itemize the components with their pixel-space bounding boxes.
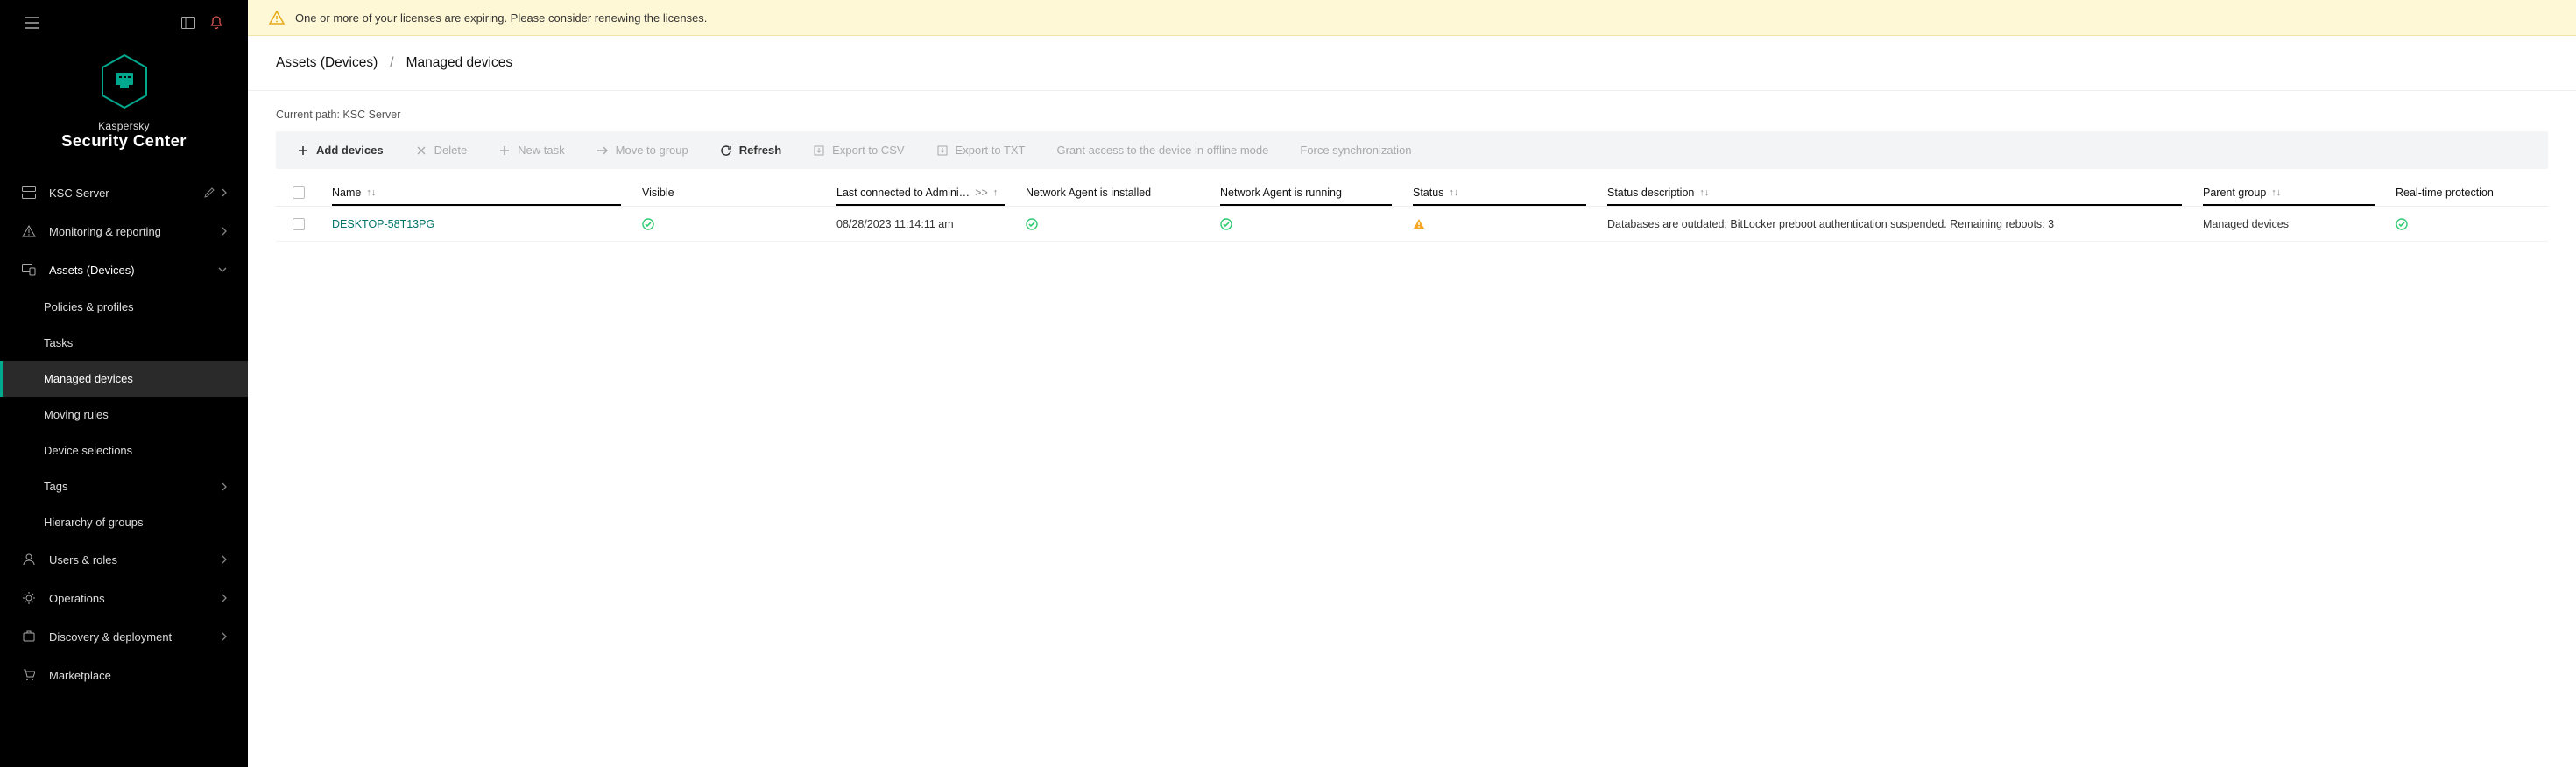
- sidebar-item-label: Discovery & deployment: [49, 630, 209, 644]
- chevron-right-icon: [222, 227, 227, 236]
- sidebar-item-label: Assets (Devices): [49, 264, 206, 277]
- row-checkbox[interactable]: [293, 218, 305, 230]
- col-status[interactable]: Status ↑↓: [1402, 178, 1597, 206]
- check-circle-icon: [642, 218, 654, 230]
- sidebar-item-moving-rules[interactable]: Moving rules: [0, 397, 248, 433]
- refresh-icon: [720, 144, 732, 157]
- bell-icon[interactable]: [206, 12, 227, 33]
- export-icon: [813, 144, 825, 157]
- brand-name: Kaspersky: [98, 121, 150, 131]
- sidebar-item-ksc-server[interactable]: KSC Server: [0, 173, 248, 212]
- breadcrumb-sep: /: [390, 55, 393, 71]
- sidebar-item-hierarchy[interactable]: Hierarchy of groups: [0, 504, 248, 540]
- sidebar-item-policies[interactable]: Policies & profiles: [0, 289, 248, 325]
- refresh-button[interactable]: Refresh: [706, 137, 795, 164]
- assets-submenu: Policies & profiles Tasks Managed device…: [0, 289, 248, 540]
- gear-icon: [21, 590, 37, 606]
- warning-icon: [21, 223, 37, 239]
- export-txt-button: Export to TXT: [922, 137, 1040, 164]
- sidebar-item-label: Marketplace: [49, 669, 227, 682]
- current-path: Current path: KSC Server: [276, 109, 2548, 121]
- brand-logo-icon: [98, 53, 151, 110]
- warning-icon: [269, 11, 285, 25]
- license-alert: One or more of your licenses are expirin…: [248, 0, 2576, 36]
- col-agent-running[interactable]: Network Agent is running: [1210, 178, 1402, 206]
- col-status-description[interactable]: Status description ↑↓: [1597, 178, 2192, 206]
- sort-icon: ↑↓: [366, 191, 376, 195]
- brand-subtitle: Security Center: [61, 131, 187, 151]
- export-icon: [936, 144, 949, 157]
- alert-text: One or more of your licenses are expirin…: [295, 11, 707, 25]
- sidebar-item-label: Monitoring & reporting: [49, 225, 209, 238]
- col-visible[interactable]: Visible: [632, 178, 826, 206]
- chevron-right-icon: [222, 632, 227, 641]
- sidebar-item-users[interactable]: Users & roles: [0, 540, 248, 579]
- check-circle-icon: [1220, 218, 1232, 230]
- chevron-right-icon: [222, 188, 227, 197]
- chevron-right-icon: [222, 594, 227, 602]
- sidebar-item-assets[interactable]: Assets (Devices): [0, 250, 248, 289]
- export-csv-button: Export to CSV: [799, 137, 918, 164]
- col-last-connected[interactable]: Last connected to Admini… >> ↑: [826, 178, 1015, 206]
- sidebar-item-label: Operations: [49, 592, 209, 605]
- last-connected-value: 08/28/2023 11:14:11 am: [826, 209, 1015, 239]
- move-to-group-button: Move to group: [582, 137, 702, 164]
- pencil-icon[interactable]: [204, 187, 215, 198]
- table-row[interactable]: DESKTOP-58T13PG 08/28/2023 11:14:11 am: [276, 207, 2548, 242]
- devices-icon: [21, 262, 37, 278]
- sidebar-item-discovery[interactable]: Discovery & deployment: [0, 617, 248, 656]
- sidebar-item-operations[interactable]: Operations: [0, 579, 248, 617]
- check-circle-icon: [2396, 218, 2408, 230]
- sort-icon: ↑↓: [1699, 191, 1709, 195]
- sidebar-item-label: Users & roles: [49, 553, 209, 566]
- server-icon: [21, 185, 37, 201]
- sidebar-item-managed-devices[interactable]: Managed devices: [0, 361, 248, 397]
- cart-icon: [21, 667, 37, 683]
- breadcrumb-root[interactable]: Assets (Devices): [276, 55, 378, 71]
- col-parent-group[interactable]: Parent group ↑↓: [2192, 178, 2385, 206]
- col-agent-installed[interactable]: Network Agent is installed: [1015, 178, 1210, 206]
- select-all-checkbox[interactable]: [293, 186, 305, 199]
- chevron-right-icon: [222, 555, 227, 564]
- sort-icon: ↑↓: [2271, 191, 2281, 195]
- device-name-link[interactable]: DESKTOP-58T13PG: [321, 209, 632, 239]
- x-icon: [415, 144, 427, 157]
- sidebar-item-marketplace[interactable]: Marketplace: [0, 656, 248, 694]
- parent-group-value: Managed devices: [2192, 209, 2385, 239]
- chevron-right-icon: [222, 482, 227, 491]
- breadcrumb: Assets (Devices) / Managed devices: [248, 36, 2576, 91]
- sidebar-item-monitoring[interactable]: Monitoring & reporting: [0, 212, 248, 250]
- toolbar: Add devices Delete New task Move to grou…: [276, 131, 2548, 169]
- user-icon: [21, 552, 37, 567]
- breadcrumb-current: Managed devices: [406, 55, 513, 71]
- table-body: DESKTOP-58T13PG 08/28/2023 11:14:11 am: [276, 207, 2548, 242]
- add-devices-button[interactable]: Add devices: [283, 137, 398, 164]
- plus-icon: [297, 144, 309, 157]
- sort-icon: ↑↓: [1449, 191, 1458, 195]
- plus-icon: [498, 144, 511, 157]
- status-description-value: Databases are outdated; BitLocker preboo…: [1597, 209, 2192, 239]
- move-icon: [596, 144, 609, 157]
- panel-icon[interactable]: [178, 12, 199, 33]
- table-header: Name ↑↓ Visible Last connected to Admini…: [276, 178, 2548, 207]
- sidebar-item-label: KSC Server: [49, 186, 192, 200]
- hamburger-icon[interactable]: [21, 12, 42, 33]
- brand-block: Kaspersky Security Center: [0, 40, 248, 173]
- chevron-down-icon: [218, 267, 227, 272]
- force-sync-button: Force synchronization: [1286, 137, 1425, 164]
- sidebar-item-tasks[interactable]: Tasks: [0, 325, 248, 361]
- new-task-button: New task: [484, 137, 578, 164]
- warning-icon: [1413, 218, 1425, 229]
- sidebar: Kaspersky Security Center KSC Server: [0, 0, 248, 767]
- sort-asc-icon: ↑: [993, 191, 999, 195]
- sidebar-item-device-selections[interactable]: Device selections: [0, 433, 248, 468]
- devices-table: Name ↑↓ Visible Last connected to Admini…: [276, 178, 2548, 242]
- grant-offline-button: Grant access to the device in offline mo…: [1043, 137, 1283, 164]
- sidebar-item-tags[interactable]: Tags: [0, 468, 248, 504]
- delete-button: Delete: [401, 137, 482, 164]
- discovery-icon: [21, 629, 37, 644]
- col-name[interactable]: Name ↑↓: [321, 178, 632, 206]
- col-real-time-protection[interactable]: Real-time protection: [2385, 178, 2576, 206]
- check-circle-icon: [1026, 218, 1038, 230]
